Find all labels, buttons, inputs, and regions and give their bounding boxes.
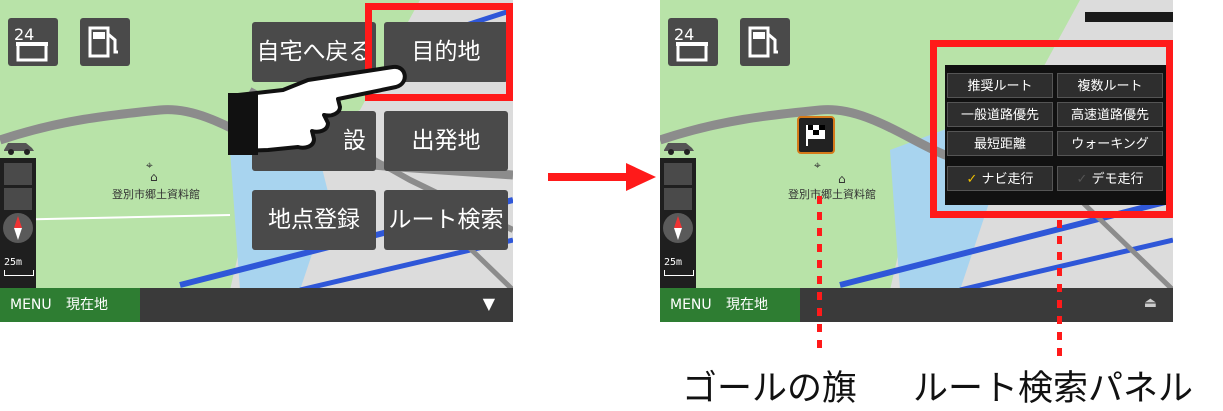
svg-text:24: 24	[674, 25, 694, 44]
goal-flag-caption: ゴールの旗	[682, 369, 858, 409]
car-icon	[4, 143, 34, 155]
navigation-screen-before: 24 ⌖ ⌂ 登別市郷土資料館 25m MENU 現在地 ▼ 自宅へ戻る 目的地…	[0, 0, 513, 322]
navigation-screen-after: 24 ⌖ ⌂ 登別市郷土資料館 25m MENU 現在地 ⏏ 推奨ルート 複数ル…	[660, 0, 1173, 322]
menu-button[interactable]: MENU	[670, 292, 712, 318]
map-poi-label: 登別市郷土資料館	[788, 188, 876, 201]
svg-text:24: 24	[14, 25, 34, 44]
mute-toggle[interactable]	[664, 163, 692, 185]
scale-label: 25m	[4, 257, 23, 268]
mute-toggle[interactable]	[4, 163, 32, 185]
menu-button[interactable]: MENU	[10, 292, 52, 318]
compass-icon[interactable]	[663, 213, 693, 243]
route-panel-caption: ルート検索パネル	[913, 369, 1194, 409]
route-panel-leader-line	[1057, 220, 1062, 356]
current-location-button[interactable]: 現在地	[726, 292, 768, 318]
current-position-marker-icon: ⌖	[814, 158, 821, 172]
collapse-down-icon[interactable]: ▼	[483, 294, 495, 313]
top-bar-fragment	[1085, 12, 1173, 22]
gas-station-icon[interactable]	[80, 18, 130, 66]
scale-bar	[4, 270, 34, 276]
goal-flag-leader-line	[817, 196, 822, 356]
current-location-button[interactable]: 現在地	[66, 292, 108, 318]
route-panel-highlight-box	[930, 40, 1173, 218]
gas-station-icon[interactable]	[740, 18, 790, 66]
museum-icon: ⌂	[150, 170, 158, 184]
convenience-store-24-icon[interactable]: 24	[8, 18, 58, 66]
arrow-right-icon	[548, 163, 656, 191]
pointing-hand-icon	[228, 64, 407, 155]
compass-icon[interactable]	[3, 213, 33, 243]
car-icon	[664, 143, 694, 155]
route-search-button[interactable]: ルート検索	[384, 190, 508, 250]
register-point-button[interactable]: 地点登録	[252, 190, 376, 250]
strip-slot[interactable]	[664, 188, 692, 210]
scale-label: 25m	[664, 257, 683, 268]
convenience-store-24-icon[interactable]: 24	[668, 18, 718, 66]
map-poi-label: 登別市郷土資料館	[112, 188, 200, 201]
scale-bar	[664, 270, 694, 276]
expand-up-icon[interactable]: ⏏	[1144, 295, 1157, 311]
checkered-flag-icon[interactable]	[797, 116, 835, 154]
strip-slot[interactable]	[4, 188, 32, 210]
museum-icon: ⌂	[838, 172, 846, 186]
